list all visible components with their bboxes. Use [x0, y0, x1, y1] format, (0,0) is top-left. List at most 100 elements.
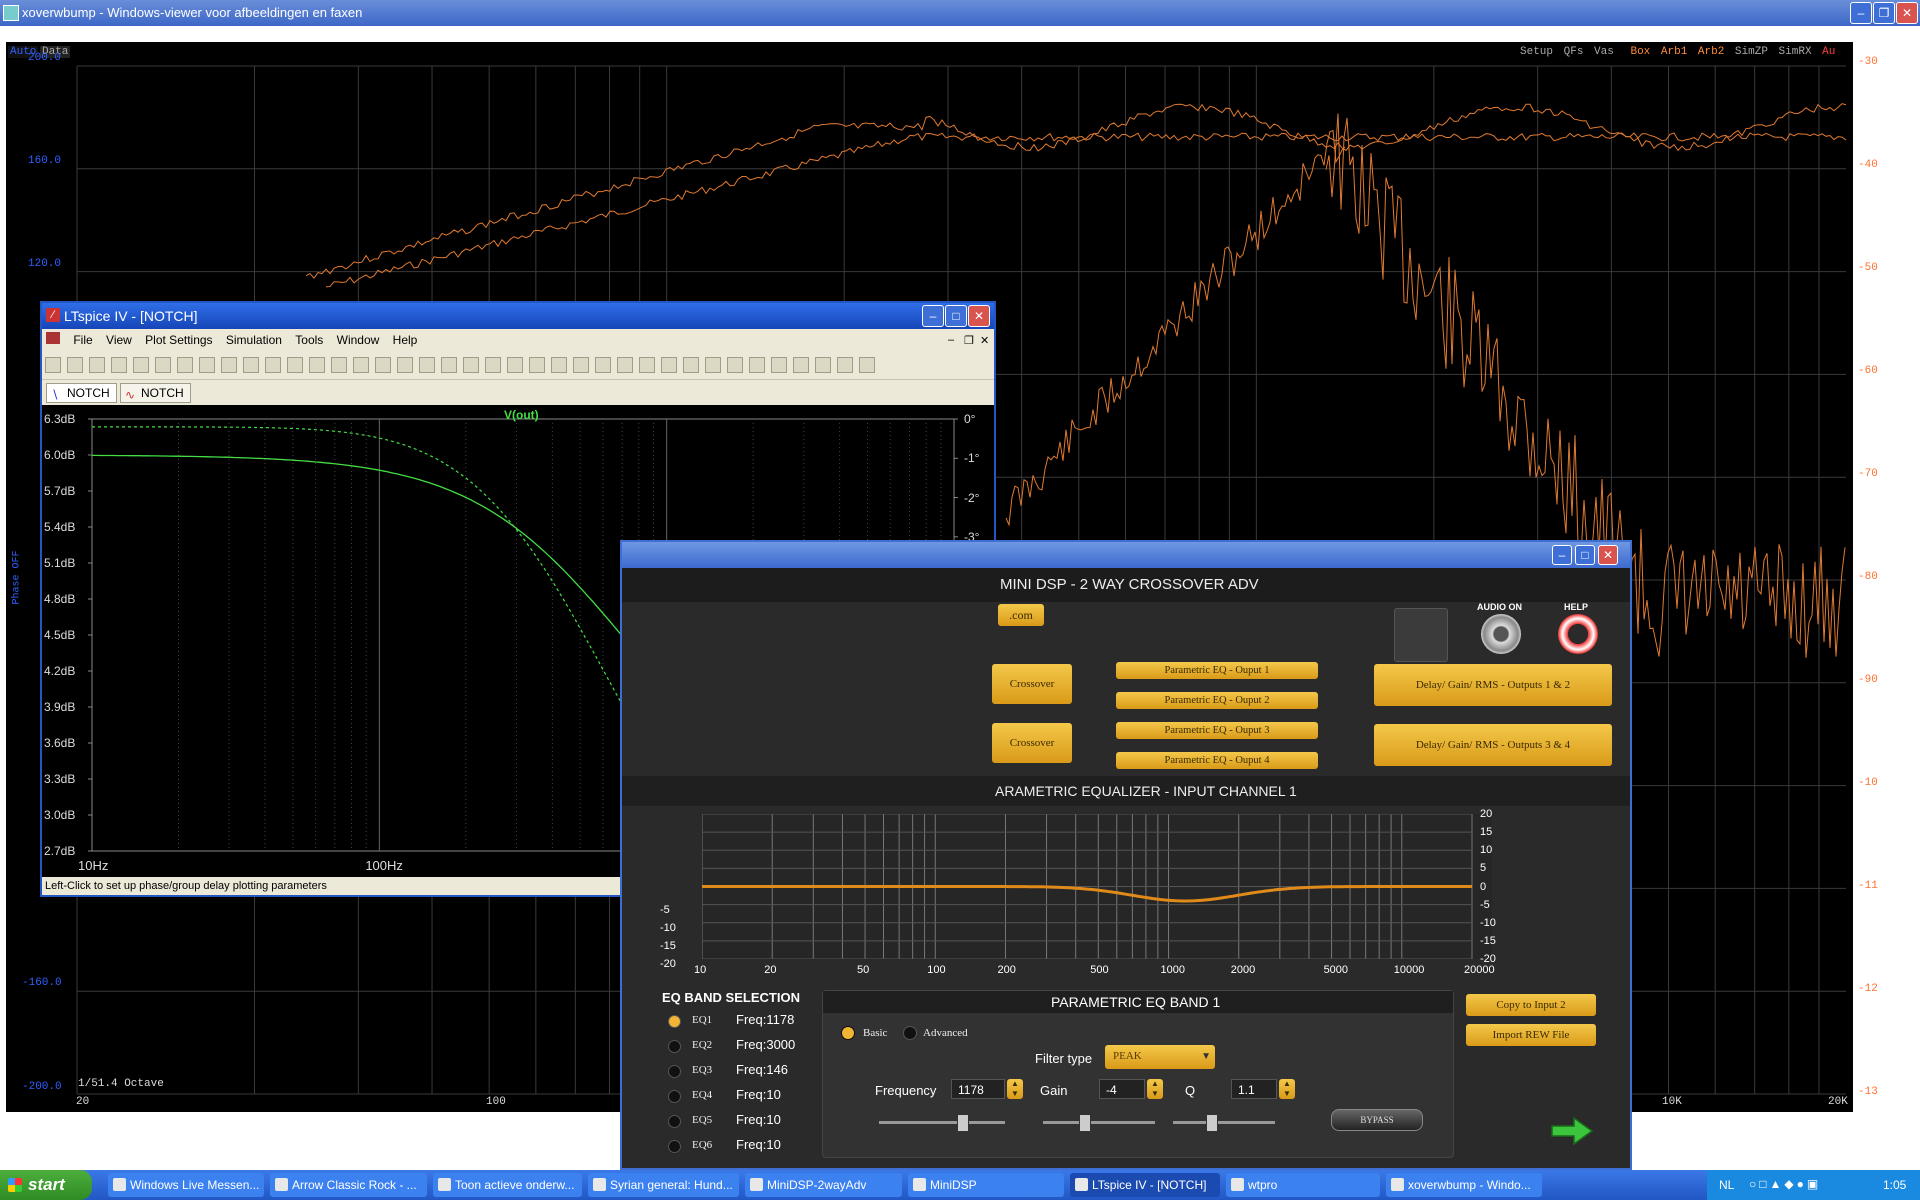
minidsp-maximize-button[interactable]: □	[1575, 545, 1595, 565]
taskbar-item[interactable]: Toon actieve onderw...	[433, 1173, 582, 1197]
toolbar-button-icon[interactable]	[111, 357, 127, 373]
ltspice-close-button[interactable]: ✕	[968, 305, 990, 327]
taskbar-item[interactable]: Arrow Classic Rock - ...	[270, 1173, 427, 1197]
toolbar-button-icon[interactable]	[529, 357, 545, 373]
band-radio[interactable]	[668, 1040, 681, 1053]
bypass-button[interactable]: BYPASS	[1331, 1109, 1423, 1131]
toolbar-button-icon[interactable]	[221, 357, 237, 373]
toolbar-button-icon[interactable]	[243, 357, 259, 373]
toolbar-button-icon[interactable]	[67, 357, 83, 373]
tab-vas[interactable]: Vas	[1594, 46, 1614, 58]
menu-plot-settings[interactable]: Plot Settings	[145, 333, 212, 347]
toolbar-button-icon[interactable]	[749, 357, 765, 373]
frequency-input[interactable]: 1178	[951, 1079, 1005, 1099]
toolbar-button-icon[interactable]	[463, 357, 479, 373]
toolbar-button-icon[interactable]	[859, 357, 875, 373]
tab-box[interactable]: Box	[1630, 46, 1650, 58]
mdi-restore-icon[interactable]: ❐	[964, 334, 974, 347]
taskbar-item[interactable]: xoverwbump - Windo...	[1386, 1173, 1542, 1197]
minidsp-minimize-button[interactable]: –	[1552, 545, 1572, 565]
toolbar-button-icon[interactable]	[45, 357, 61, 373]
tab-setup[interactable]: Setup	[1520, 46, 1553, 58]
menu-window[interactable]: Window	[337, 333, 380, 347]
toolbar-button-icon[interactable]	[771, 357, 787, 373]
tab-arb1[interactable]: Arb1	[1661, 46, 1687, 58]
toolbar-button-icon[interactable]	[705, 357, 721, 373]
trace-label[interactable]: V(out)	[504, 408, 539, 422]
toolbar-button-icon[interactable]	[89, 357, 105, 373]
minimize-button[interactable]: –	[1850, 2, 1872, 24]
gain-stepper[interactable]: ▲ ▼	[1147, 1079, 1163, 1099]
tab-notch-schematic[interactable]: ∖ NOTCH	[46, 383, 117, 403]
frequency-slider-thumb[interactable]	[957, 1114, 969, 1132]
gain-input[interactable]: -4	[1099, 1079, 1145, 1099]
tab-arb2[interactable]: Arb2	[1698, 46, 1724, 58]
taskbar-item[interactable]: MiniDSP	[908, 1173, 1064, 1197]
import-rew-file-button[interactable]: Import REW File	[1466, 1024, 1596, 1046]
band-radio[interactable]	[668, 1015, 681, 1028]
close-button[interactable]: ✕	[1896, 2, 1918, 24]
taskbar-item[interactable]: Syrian general: Hund...	[588, 1173, 739, 1197]
q-input[interactable]: 1.1	[1231, 1079, 1277, 1099]
toolbar-button-icon[interactable]	[485, 357, 501, 373]
minidsp-close-button[interactable]: ✕	[1598, 545, 1618, 565]
mdi-minimize-icon[interactable]: –	[948, 334, 954, 346]
peq-output-2-button[interactable]: Parametric EQ - Ouput 2	[1116, 692, 1318, 709]
frequency-slider-track[interactable]	[879, 1121, 1005, 1124]
delay-gain-rms-1-2-button[interactable]: Delay/ Gain/ RMS - Outputs 1 & 2	[1374, 664, 1612, 706]
menu-icon[interactable]	[46, 332, 60, 344]
toolbar-button-icon[interactable]	[793, 357, 809, 373]
copy-to-input-2-button[interactable]: Copy to Input 2	[1466, 994, 1596, 1016]
toolbar-button-icon[interactable]	[309, 357, 325, 373]
tab-au[interactable]: Au	[1822, 46, 1835, 58]
crossover-button-1[interactable]: Crossover	[992, 664, 1072, 704]
q-slider-thumb[interactable]	[1206, 1114, 1218, 1132]
taskbar-item[interactable]: wtpro	[1226, 1173, 1380, 1197]
toolbar-button-icon[interactable]	[419, 357, 435, 373]
toolbar-button-icon[interactable]	[287, 357, 303, 373]
toolbar-button-icon[interactable]	[507, 357, 523, 373]
toolbar-button-icon[interactable]	[155, 357, 171, 373]
menu-tools[interactable]: Tools	[295, 333, 323, 347]
toolbar-button-icon[interactable]	[837, 357, 853, 373]
start-button[interactable]: start	[0, 1170, 92, 1200]
minidsp-link-button[interactable]: .com	[998, 604, 1044, 626]
speaker-icon[interactable]	[1481, 614, 1521, 654]
toolbar-button-icon[interactable]	[573, 357, 589, 373]
gain-slider-thumb[interactable]	[1079, 1114, 1091, 1132]
toolbar-button-icon[interactable]	[551, 357, 567, 373]
q-slider-track[interactable]	[1173, 1121, 1275, 1124]
taskbar-item[interactable]: Windows Live Messen...	[108, 1173, 264, 1197]
crossover-button-2[interactable]: Crossover	[992, 723, 1072, 763]
toolbar-button-icon[interactable]	[177, 357, 193, 373]
peq-output-1-button[interactable]: Parametric EQ - Ouput 1	[1116, 662, 1318, 679]
restore-button[interactable]: ❐	[1873, 2, 1895, 24]
radio-basic[interactable]	[841, 1026, 855, 1040]
toolbar-button-icon[interactable]	[441, 357, 457, 373]
toolbar-button-icon[interactable]	[199, 357, 215, 373]
tab-qfs[interactable]: QFs	[1564, 46, 1584, 58]
peq-graph[interactable]	[702, 814, 1492, 959]
gain-slider-track[interactable]	[1043, 1121, 1155, 1124]
taskbar-item[interactable]: LTspice IV - [NOTCH]	[1070, 1173, 1220, 1197]
radio-advanced[interactable]	[903, 1026, 917, 1040]
toolbar-button-icon[interactable]	[595, 357, 611, 373]
language-indicator[interactable]: NL	[1719, 1178, 1734, 1192]
ltspice-maximize-button[interactable]: □	[945, 305, 967, 327]
tab-notch-waveform[interactable]: ∿ NOTCH	[120, 383, 191, 403]
menu-file[interactable]: File	[73, 333, 92, 347]
toolbar-button-icon[interactable]	[661, 357, 677, 373]
ltspice-minimize-button[interactable]: –	[922, 305, 944, 327]
q-stepper[interactable]: ▲ ▼	[1279, 1079, 1295, 1099]
toolbar-button-icon[interactable]	[639, 357, 655, 373]
menu-simulation[interactable]: Simulation	[226, 333, 282, 347]
toolbar-button-icon[interactable]	[727, 357, 743, 373]
toolbar-button-icon[interactable]	[397, 357, 413, 373]
menu-help[interactable]: Help	[393, 333, 418, 347]
toolbar-button-icon[interactable]	[617, 357, 633, 373]
next-arrow-icon[interactable]	[1550, 1116, 1594, 1146]
toolbar-button-icon[interactable]	[815, 357, 831, 373]
frequency-stepper[interactable]: ▲ ▼	[1007, 1079, 1023, 1099]
filter-type-select[interactable]: PEAK ▼	[1105, 1045, 1215, 1069]
tab-simzp[interactable]: SimZP	[1735, 46, 1768, 58]
